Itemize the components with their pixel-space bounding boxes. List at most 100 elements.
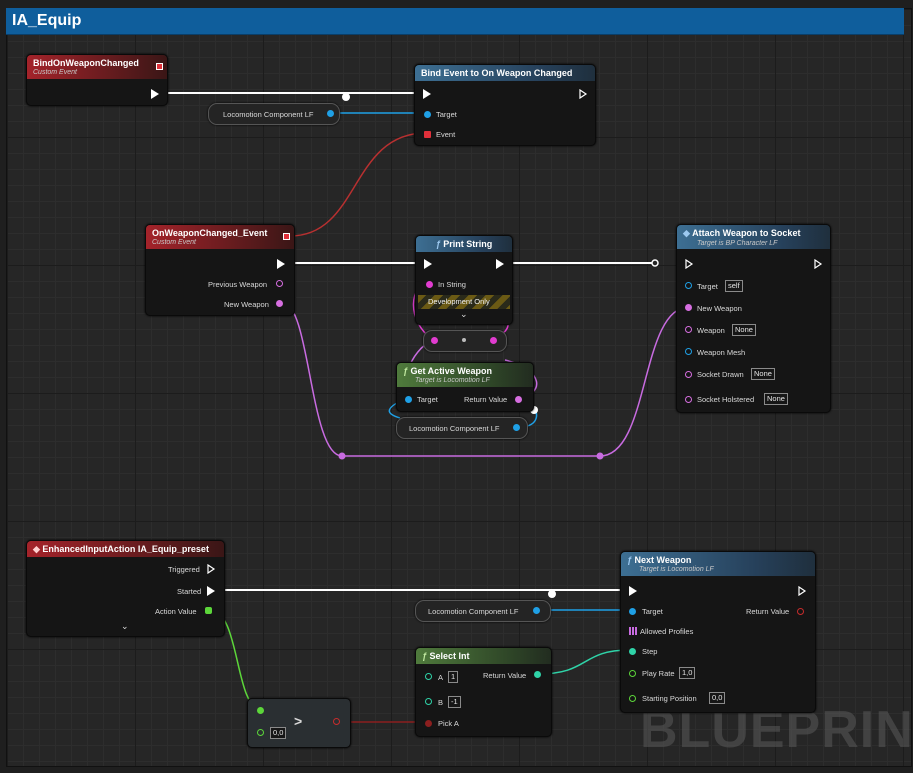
b-value-field[interactable]: -1 [448,696,461,708]
exec-out-pin[interactable] [496,259,504,269]
output-pin[interactable] [327,110,334,117]
expand-chevron-icon[interactable]: ⌄ [460,309,468,320]
target-pin[interactable] [424,111,431,118]
select-int-node[interactable]: ƒ Select Int A 1 Return Value B -1 Pick … [415,647,552,737]
result-pin[interactable] [333,718,340,725]
return-value-label: Return Value [483,671,527,680]
socket-holstered-pin[interactable] [685,396,692,403]
output-pin[interactable] [490,337,497,344]
target-label: Target [697,282,718,291]
node-header: OnWeaponChanged_Event Custom Event [146,225,294,249]
graph-title: IA_Equip [12,12,82,29]
step-pin[interactable] [629,648,636,655]
input-b-field[interactable]: 0,0 [270,727,287,739]
play-rate-field[interactable]: 1,0 [679,667,696,679]
allowed-profiles-grid-icon[interactable] [629,627,637,635]
starting-position-pin[interactable] [629,695,636,702]
weapon-mesh-label: Weapon Mesh [697,348,746,357]
return-value-pin[interactable] [515,396,522,403]
on-weapon-changed-event-node[interactable]: OnWeaponChanged_Event Custom Event Previ… [145,224,295,316]
output-pin[interactable] [533,607,540,614]
return-value-label: Return Value [464,395,508,404]
target-label: Target [436,110,457,119]
action-value-label: Action Value [155,607,197,616]
node-header: BindOnWeaponChanged Custom Event [27,55,167,79]
get-active-weapon-node[interactable]: ƒ Get Active Weapon Target is Locomotion… [396,362,534,412]
play-rate-label: Play Rate [642,669,675,678]
locomotion-variable-node[interactable]: Locomotion Component LF [396,417,528,439]
weapon-value-field[interactable]: None [732,324,756,336]
exec-in-pin[interactable] [424,259,432,269]
weapon-label: Weapon [697,326,725,335]
custom-event-bind-node[interactable]: BindOnWeaponChanged Custom Event [26,54,168,106]
string-reroute-node[interactable] [423,330,507,352]
a-value-field[interactable]: 1 [448,671,459,683]
locomotion-variable-node[interactable]: Locomotion Component LF [415,600,551,622]
node-title: Attach Weapon to Socket [692,228,801,238]
enhanced-input-action-node[interactable]: ◆ EnhancedInputAction IA_Equip_preset Tr… [26,540,225,637]
play-rate-pin[interactable] [629,670,636,677]
delegate-pin[interactable] [156,63,163,70]
target-pin[interactable] [405,396,412,403]
socket-holstered-label: Socket Holstered [697,395,755,404]
event-pin[interactable] [424,131,431,138]
variable-label: Locomotion Component LF [409,424,500,433]
b-pin[interactable] [425,698,432,705]
node-title: BindOnWeaponChanged [33,58,139,68]
function-icon: ƒ [627,555,635,565]
greater-than-node[interactable]: > 0,0 [247,698,351,748]
locomotion-variable-node[interactable]: Locomotion Component LF [208,103,340,125]
socket-holstered-value-field[interactable]: None [764,393,788,405]
reroute-dot [462,338,466,342]
attach-weapon-to-socket-node[interactable]: ◆ Attach Weapon to Socket Target is BP C… [676,224,831,413]
node-header: ƒ Next Weapon Target is Locomotion LF [621,552,815,576]
action-value-pin[interactable] [205,607,212,614]
output-pin[interactable] [513,424,520,431]
function-icon: ◆ [683,228,693,238]
starting-position-field[interactable]: 0,0 [709,692,726,704]
exec-in-pin[interactable] [423,89,431,99]
target-value-field[interactable]: self [725,280,743,292]
node-subtitle: Custom Event [152,239,196,246]
input-a-pin[interactable] [257,707,264,714]
expand-chevron-icon[interactable]: ⌄ [121,621,129,632]
input-b-pin[interactable] [257,729,264,736]
target-label: Target [417,395,438,404]
target-pin[interactable] [629,608,636,615]
input-pin[interactable] [431,337,438,344]
exec-in-pin[interactable] [629,586,637,596]
previous-weapon-label: Previous Weapon [208,280,268,289]
weapon-mesh-pin[interactable] [685,348,692,355]
node-subtitle: Target is BP Character LF [697,240,778,247]
delegate-pin[interactable] [283,233,290,240]
node-header: ƒ Get Active Weapon Target is Locomotion… [397,363,533,387]
exec-in-pin[interactable] [685,259,694,269]
previous-weapon-pin[interactable] [276,280,283,287]
socket-drawn-pin[interactable] [685,371,692,378]
node-title: Select Int [429,651,470,661]
exec-out-pin[interactable] [151,89,159,99]
return-value-pin[interactable] [534,671,541,678]
exec-out-pin[interactable] [798,586,807,596]
node-title: OnWeaponChanged_Event [152,228,268,238]
weapon-pin[interactable] [685,326,692,333]
target-pin[interactable] [685,282,692,289]
next-weapon-node[interactable]: ƒ Next Weapon Target is Locomotion LF Ta… [620,551,816,713]
print-string-node[interactable]: ƒ Print String In String Development Onl… [415,235,513,325]
bind-event-node[interactable]: Bind Event to On Weapon Changed Target E… [414,64,596,146]
exec-out-pin[interactable] [277,259,285,269]
step-label: Step [642,647,658,656]
pick-a-pin[interactable] [425,720,432,727]
triggered-exec-pin[interactable] [207,564,216,574]
new-weapon-pin[interactable] [685,304,692,311]
return-value-pin[interactable] [797,608,804,615]
in-string-pin[interactable] [426,281,433,288]
exec-out-pin[interactable] [579,89,588,99]
socket-drawn-value-field[interactable]: None [751,368,775,380]
started-exec-pin[interactable] [207,586,215,596]
node-title: Bind Event to On Weapon Changed [421,68,573,78]
exec-out-pin[interactable] [814,259,823,269]
starting-position-label: Starting Position [642,694,697,703]
a-pin[interactable] [425,673,432,680]
new-weapon-pin[interactable] [276,300,283,307]
